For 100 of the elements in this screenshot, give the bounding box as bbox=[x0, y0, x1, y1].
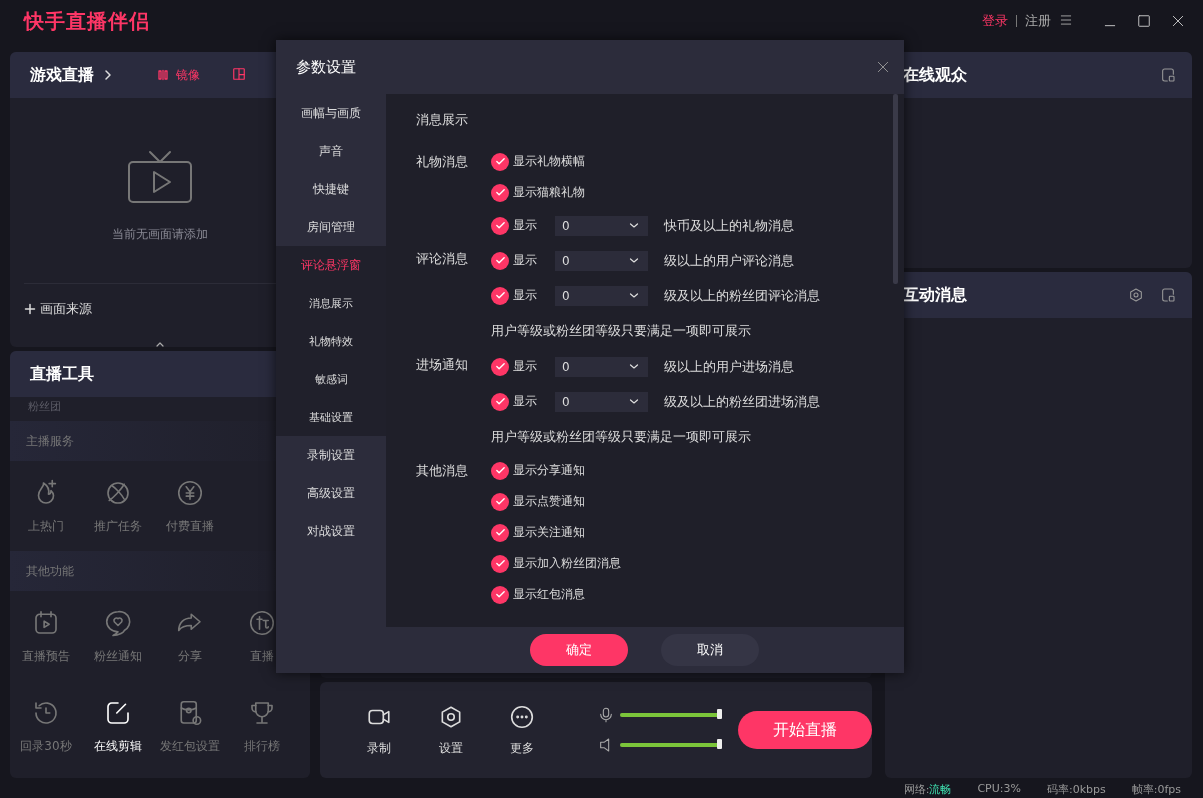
tool-button[interactable]: 粉丝通知 bbox=[82, 591, 154, 681]
level-dropdown[interactable]: 0 bbox=[555, 356, 648, 377]
checkbox[interactable] bbox=[491, 392, 509, 411]
checkbox[interactable] bbox=[491, 152, 509, 171]
check-icon bbox=[494, 465, 506, 476]
option-text: 级以上的用户进场消息 bbox=[664, 357, 794, 376]
group-label: 礼物消息 bbox=[416, 152, 469, 171]
option-label: 显示 bbox=[513, 287, 537, 304]
register-link[interactable]: 注册 bbox=[1025, 12, 1051, 30]
tool-button[interactable]: 付费直播 bbox=[154, 461, 226, 551]
nav-subitem[interactable]: 礼物特效 bbox=[276, 322, 386, 360]
check-icon bbox=[494, 220, 506, 231]
mirror-label[interactable]: 镜像 bbox=[176, 66, 200, 84]
nav-item[interactable]: 高级设置 bbox=[276, 474, 386, 512]
checkbox[interactable] bbox=[491, 286, 509, 305]
nav-item[interactable]: 快捷键 bbox=[276, 170, 386, 208]
tool-button[interactable]: 发红包设置 bbox=[154, 681, 226, 771]
slider-thumb[interactable] bbox=[717, 739, 723, 749]
plus-icon[interactable] bbox=[24, 303, 36, 315]
option-label: 显示礼物横幅 bbox=[513, 153, 585, 170]
panel-title: 直播工具 bbox=[30, 363, 94, 385]
level-dropdown[interactable]: 0 bbox=[555, 391, 648, 412]
check-icon bbox=[494, 527, 506, 538]
checkbox[interactable] bbox=[491, 461, 509, 480]
hint-text: 用户等级或粉丝团等级只要满足一项即可展示 bbox=[491, 322, 752, 340]
tool-button[interactable]: 上热门 bbox=[10, 461, 82, 551]
panel-title[interactable]: 游戏直播 bbox=[30, 64, 94, 86]
option-label: 显示加入粉丝团消息 bbox=[513, 555, 621, 572]
level-dropdown[interactable]: 0 bbox=[555, 215, 648, 236]
menu-icon[interactable] bbox=[1059, 12, 1073, 27]
checkbox[interactable] bbox=[491, 523, 509, 542]
option-label: 显示关注通知 bbox=[513, 524, 585, 541]
start-live-button[interactable]: 开始直播 bbox=[738, 711, 872, 749]
close-icon bbox=[876, 60, 890, 74]
dialog-title: 参数设置 bbox=[296, 57, 356, 77]
nav-item[interactable]: 房间管理 bbox=[276, 208, 386, 246]
cpu-status: CPU:3% bbox=[977, 782, 1021, 797]
checkbox[interactable] bbox=[491, 357, 509, 376]
chevron-right-icon[interactable] bbox=[102, 69, 114, 81]
tool-button[interactable]: 推广任务 bbox=[82, 461, 154, 551]
level-dropdown[interactable]: 0 bbox=[555, 250, 648, 271]
option-label: 显示点赞通知 bbox=[513, 493, 585, 510]
option-label: 显示红包消息 bbox=[513, 586, 585, 603]
check-icon bbox=[494, 396, 506, 407]
window-icon[interactable] bbox=[1160, 287, 1176, 303]
option-label: 显示猫粮礼物 bbox=[513, 184, 585, 201]
checkbox[interactable] bbox=[491, 216, 509, 235]
tool-button[interactable]: 回录30秒 bbox=[10, 681, 82, 771]
confirm-button[interactable]: 确定 bbox=[530, 634, 628, 666]
nav-item[interactable]: 对战设置 bbox=[276, 512, 386, 550]
app-logo: 快手直播伴侣 bbox=[24, 7, 150, 35]
bitrate-status: 码率:0kbps bbox=[1046, 782, 1106, 798]
tool-button[interactable]: 直播预告 bbox=[10, 591, 82, 681]
nav-item[interactable]: 声音 bbox=[276, 132, 386, 170]
maximize-icon[interactable] bbox=[1137, 14, 1151, 28]
nav-subitem[interactable]: 敏感词 bbox=[276, 360, 386, 398]
close-icon[interactable] bbox=[1171, 14, 1185, 28]
group-label: 其他消息 bbox=[416, 461, 469, 480]
settings-icon[interactable] bbox=[1128, 287, 1144, 303]
nav-item[interactable]: 画幅与画质 bbox=[276, 94, 386, 132]
nav-item[interactable]: 评论悬浮窗 bbox=[276, 246, 386, 284]
section-heading: 消息展示 bbox=[416, 111, 469, 129]
layout-icon[interactable] bbox=[232, 66, 246, 81]
window-icon[interactable] bbox=[1160, 67, 1176, 83]
panel-title: 在线观众 bbox=[903, 64, 967, 86]
checkbox[interactable] bbox=[491, 492, 509, 511]
panel-title: 互动消息 bbox=[903, 284, 967, 306]
nav-subitem[interactable]: 消息展示 bbox=[276, 284, 386, 322]
checkbox[interactable] bbox=[491, 251, 509, 270]
option-text: 快币及以上的礼物消息 bbox=[664, 216, 794, 235]
fps-status: 帧率:0fps bbox=[1131, 782, 1181, 798]
empty-message: 当前无画面请添加 bbox=[112, 226, 208, 243]
check-icon bbox=[494, 496, 506, 507]
login-link[interactable]: 登录 bbox=[982, 12, 1008, 30]
toolbar-button[interactable]: 录制 bbox=[343, 703, 415, 757]
cancel-button[interactable]: 取消 bbox=[661, 634, 759, 666]
checkbox[interactable] bbox=[491, 554, 509, 573]
level-dropdown[interactable]: 0 bbox=[555, 285, 648, 306]
checkbox[interactable] bbox=[491, 183, 509, 202]
network-status: 网络:流畅 bbox=[903, 782, 952, 798]
option-text: 级及以上的粉丝团进场消息 bbox=[664, 392, 820, 411]
toolbar-button[interactable]: 设置 bbox=[414, 703, 487, 757]
more-icon bbox=[509, 703, 536, 730]
tool-button[interactable]: 在线剪辑 bbox=[82, 681, 154, 771]
tool-button[interactable]: 分享 bbox=[154, 591, 226, 681]
checkbox[interactable] bbox=[491, 585, 509, 604]
option-label: 显示 bbox=[513, 252, 537, 269]
toolbar-button[interactable]: 更多 bbox=[486, 703, 559, 757]
scrollbar[interactable] bbox=[893, 94, 898, 284]
tool-button[interactable]: 排行榜 bbox=[226, 681, 298, 771]
check-icon bbox=[494, 589, 506, 600]
microphone-icon[interactable] bbox=[598, 706, 615, 724]
add-source-link[interactable]: 画面来源 bbox=[40, 300, 92, 318]
option-text: 级以上的用户评论消息 bbox=[664, 251, 794, 270]
tool-button[interactable]: 直播 bbox=[226, 591, 298, 681]
group-label: 进场通知 bbox=[416, 355, 469, 374]
close-button[interactable] bbox=[876, 60, 890, 74]
option-text: 级及以上的粉丝团评论消息 bbox=[664, 286, 820, 305]
check-icon bbox=[494, 290, 506, 301]
slider-thumb[interactable] bbox=[717, 709, 723, 719]
